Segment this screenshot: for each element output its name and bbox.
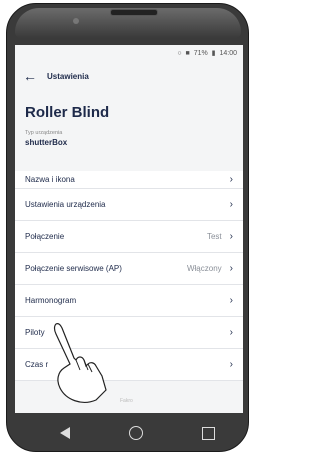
list-item-device-settings[interactable]: Ustawienia urządzenia › (15, 189, 243, 221)
chevron-right-icon: › (229, 263, 233, 274)
android-nav-bar (30, 422, 245, 444)
nav-home-icon[interactable] (128, 426, 143, 440)
device-name: Roller Blind (25, 104, 110, 121)
brand-label: Fakro (120, 398, 133, 404)
list-item-connection[interactable]: Połączenie Test › (15, 221, 243, 253)
chevron-right-icon: › (229, 359, 233, 370)
app-bar-title: Ustawienia (47, 71, 89, 81)
status-time: 14:00 (219, 50, 237, 57)
list-item-label: Harmonogram (25, 296, 77, 305)
list-item-label: Nazwa i ikona (25, 175, 75, 184)
list-item-label: Ustawienia urządzenia (25, 200, 106, 209)
nav-recent-icon[interactable] (202, 426, 216, 440)
list-item-value: Włączony (186, 264, 222, 273)
phone-camera (73, 18, 79, 24)
device-type-label: Typ urządzenia (25, 130, 63, 136)
battery-icon: ▮ (211, 50, 216, 57)
chevron-right-icon: › (229, 231, 233, 242)
status-bar: ○ ■ 71% ▮ 14:00 (15, 45, 243, 62)
signal-icon: ■ (185, 50, 190, 57)
list-item-schedule[interactable]: Harmonogram › (15, 285, 243, 317)
app-bar: ← Ustawienia (15, 62, 243, 90)
chevron-right-icon: › (229, 295, 233, 306)
pointing-hand-icon (53, 323, 107, 403)
chevron-right-icon: › (229, 174, 233, 185)
chevron-right-icon: › (229, 199, 233, 210)
phone-speaker (110, 9, 158, 16)
list-item-label: Połączenie serwisowe (AP) (25, 264, 122, 273)
wifi-icon: ○ (177, 50, 182, 57)
chevron-right-icon: › (229, 327, 233, 338)
battery-percent: 71% (193, 50, 208, 57)
list-item-service-connection[interactable]: Połączenie serwisowe (AP) Włączony › (15, 253, 243, 285)
list-item-name-icon[interactable]: Nazwa i ikona › (15, 171, 243, 189)
list-item-label: Połączenie (25, 232, 65, 241)
back-arrow-icon[interactable]: ← (23, 68, 41, 84)
device-type-value: shutterBox (25, 138, 68, 147)
list-item-value: Test (206, 232, 222, 241)
nav-back-icon[interactable] (59, 427, 70, 439)
